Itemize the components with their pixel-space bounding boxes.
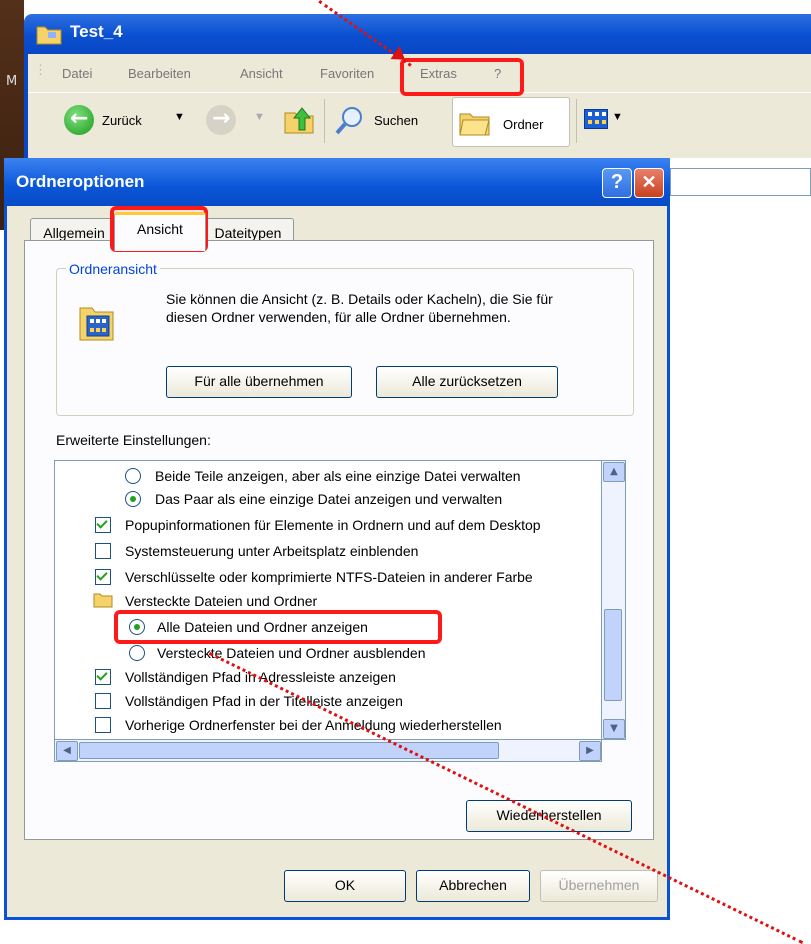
list-item-label: Versteckte Dateien und Ordner ausblenden bbox=[157, 645, 426, 661]
radio-button[interactable] bbox=[129, 645, 145, 661]
list-item-label: Verschlüsselte oder komprimierte NTFS-Da… bbox=[125, 569, 533, 585]
advanced-settings-list[interactable]: Beide Teile anzeigen, aber als eine einz… bbox=[54, 460, 602, 740]
menu-ansicht[interactable]: Ansicht bbox=[240, 66, 283, 81]
toolbar-separator-2 bbox=[576, 99, 577, 143]
list-item[interactable]: Popupinformationen für Elemente in Ordne… bbox=[55, 514, 595, 536]
list-item-label: Popupinformationen für Elemente in Ordne… bbox=[125, 517, 541, 533]
folder-icon bbox=[93, 593, 113, 608]
folders-button[interactable]: Ordner bbox=[452, 97, 570, 147]
checkbox[interactable] bbox=[95, 669, 111, 685]
vertical-scroll-thumb[interactable] bbox=[604, 609, 622, 701]
list-item-label: Systemsteuerung unter Arbeitsplatz einbl… bbox=[125, 543, 419, 559]
list-item[interactable]: Beide Teile anzeigen, aber als eine einz… bbox=[55, 465, 595, 487]
list-item[interactable]: Systemsteuerung unter Arbeitsplatz einbl… bbox=[55, 540, 595, 562]
scroll-right-icon[interactable]: ▶ bbox=[579, 741, 601, 761]
horizontal-scroll-thumb[interactable] bbox=[79, 742, 499, 759]
explorer-titlebar: Test_4 bbox=[24, 14, 811, 54]
dialog-titlebar: Ordneroptionen ? ✕ bbox=[4, 158, 670, 206]
list-item-label: Vollständigen Pfad in der Titelleiste an… bbox=[125, 693, 403, 709]
tab-ansicht[interactable]: Ansicht bbox=[114, 212, 206, 251]
checkbox[interactable] bbox=[95, 717, 111, 733]
folder-view-icon bbox=[79, 307, 114, 341]
extras-menu-highlight bbox=[400, 58, 524, 96]
explorer-content bbox=[670, 158, 811, 920]
search-icon[interactable] bbox=[334, 105, 368, 137]
menu-bearbeiten[interactable]: Bearbeiten bbox=[128, 66, 191, 81]
explorer-title: Test_4 bbox=[70, 22, 123, 41]
list-item-label: Das Paar als eine einzige Datei anzeigen… bbox=[155, 491, 503, 507]
toolbar-separator bbox=[324, 99, 325, 143]
address-bar[interactable] bbox=[670, 168, 811, 196]
list-item[interactable]: Vollständigen Pfad in Adressleiste anzei… bbox=[55, 666, 595, 688]
radio-button[interactable] bbox=[125, 491, 141, 507]
checkbox[interactable] bbox=[95, 517, 111, 533]
list-item-label: Versteckte Dateien und Ordner bbox=[125, 593, 318, 609]
help-button[interactable]: ? bbox=[602, 168, 632, 198]
checkbox[interactable] bbox=[95, 543, 111, 559]
list-item[interactable]: Vorherige Ordnerfenster bei der Anmeldun… bbox=[55, 714, 595, 736]
toolbar: ← Zurück ▼ → ▼ Suchen Ordner ▼ bbox=[28, 92, 811, 156]
scroll-up-icon[interactable]: ▲ bbox=[603, 462, 625, 482]
cancel-button[interactable]: Abbrechen bbox=[416, 870, 530, 902]
desktop-edge-letter: M bbox=[6, 74, 18, 89]
folder-view-description: Sie können die Ansicht (z. B. Details od… bbox=[166, 291, 553, 325]
advanced-settings-label: Erweiterte Einstellungen: bbox=[56, 432, 211, 448]
list-item-label: Vorherige Ordnerfenster bei der Anmeldun… bbox=[125, 717, 502, 733]
apply-button: Übernehmen bbox=[540, 870, 658, 902]
vertical-scrollbar[interactable]: ▲ ▼ bbox=[602, 460, 626, 740]
folder-view-legend: Ordneransicht bbox=[66, 261, 160, 277]
menubar-grip: ⋮ bbox=[34, 62, 47, 77]
menu-datei[interactable]: Datei bbox=[62, 66, 92, 81]
search-button-label[interactable]: Suchen bbox=[374, 113, 418, 128]
apply-to-all-button[interactable]: Für alle übernehmen bbox=[166, 366, 352, 398]
folder-icon bbox=[36, 26, 62, 45]
list-item[interactable]: Versteckte Dateien und Ordner ausblenden bbox=[55, 642, 595, 664]
back-arrow-icon[interactable]: ← bbox=[64, 105, 94, 135]
ok-button[interactable]: OK bbox=[284, 870, 406, 902]
dialog-title: Ordneroptionen bbox=[16, 172, 145, 191]
menu-favoriten[interactable]: Favoriten bbox=[320, 66, 374, 81]
views-dropdown-icon[interactable]: ▼ bbox=[612, 111, 623, 123]
list-item-label: Beide Teile anzeigen, aber als eine einz… bbox=[155, 468, 521, 484]
forward-arrow-icon[interactable]: → bbox=[206, 105, 236, 135]
folders-icon bbox=[459, 113, 490, 136]
restore-defaults-button[interactable]: Wiederherstellen bbox=[466, 800, 632, 832]
reset-all-button[interactable]: Alle zurücksetzen bbox=[376, 366, 558, 398]
list-item: Versteckte Dateien und Ordner bbox=[55, 590, 595, 612]
scroll-down-icon[interactable]: ▼ bbox=[603, 719, 625, 739]
back-dropdown-icon[interactable]: ▼ bbox=[174, 111, 185, 123]
checkbox[interactable] bbox=[95, 569, 111, 585]
show-hidden-files-highlight bbox=[114, 610, 442, 644]
close-button[interactable]: ✕ bbox=[634, 168, 664, 198]
forward-dropdown-icon[interactable]: ▼ bbox=[254, 111, 265, 123]
views-icon[interactable] bbox=[584, 109, 608, 129]
horizontal-scrollbar[interactable]: ◀ ▶ bbox=[54, 740, 602, 762]
scroll-left-icon[interactable]: ◀ bbox=[56, 741, 78, 761]
checkbox[interactable] bbox=[95, 693, 111, 709]
list-item[interactable]: Das Paar als eine einzige Datei anzeigen… bbox=[55, 488, 595, 510]
up-folder-icon[interactable] bbox=[282, 103, 316, 137]
radio-button[interactable] bbox=[125, 468, 141, 484]
back-button-label[interactable]: Zurück bbox=[102, 113, 142, 128]
list-item[interactable]: Verschlüsselte oder komprimierte NTFS-Da… bbox=[55, 566, 595, 588]
folders-button-label: Ordner bbox=[503, 117, 544, 132]
